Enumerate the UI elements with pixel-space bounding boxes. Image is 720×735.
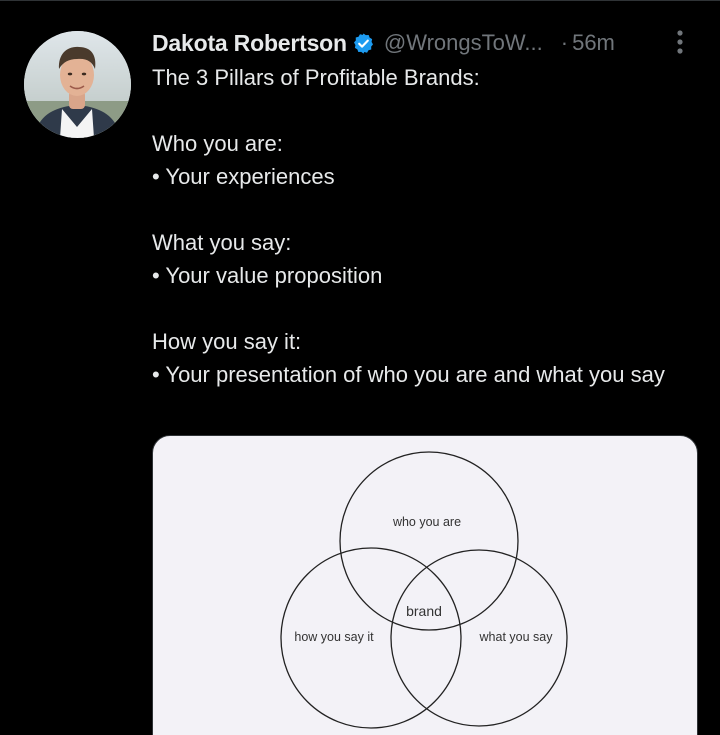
venn-label-left: how you say it <box>294 630 374 644</box>
tweet-text: The 3 Pillars of Profitable Brands: Who … <box>152 61 700 391</box>
tweet-media-image[interactable]: who you are how you say it what you say … <box>152 435 698 735</box>
venn-label-center: brand <box>406 603 442 619</box>
tweet[interactable]: Dakota Robertson @WrongsToW... · 56m The… <box>0 0 720 735</box>
handle[interactable]: @WrongsToW... <box>384 30 543 56</box>
tweet-line: Who you are: <box>152 131 283 156</box>
avatar[interactable] <box>24 31 131 138</box>
avatar-image <box>24 31 131 138</box>
tweet-line: The 3 Pillars of Profitable Brands: <box>152 65 480 90</box>
venn-label-top: who you are <box>392 515 461 529</box>
tweet-line: How you say it: <box>152 329 302 354</box>
venn-label-right: what you say <box>479 630 554 644</box>
tweet-line: • Your value proposition <box>152 263 383 288</box>
venn-diagram: who you are how you say it what you say … <box>280 451 568 729</box>
tweet-line: • Your experiences <box>152 164 335 189</box>
more-vertical-icon[interactable] <box>672 29 688 57</box>
timestamp[interactable]: 56m <box>572 30 615 56</box>
separator-dot: · <box>560 30 569 55</box>
tweet-line: • Your presentation of who you are and w… <box>152 362 665 387</box>
verified-badge-icon <box>352 32 375 55</box>
display-name[interactable]: Dakota Robertson <box>152 30 347 57</box>
tweet-line: What you say: <box>152 230 292 255</box>
tweet-header: Dakota Robertson @WrongsToW... · 56m <box>152 26 615 60</box>
